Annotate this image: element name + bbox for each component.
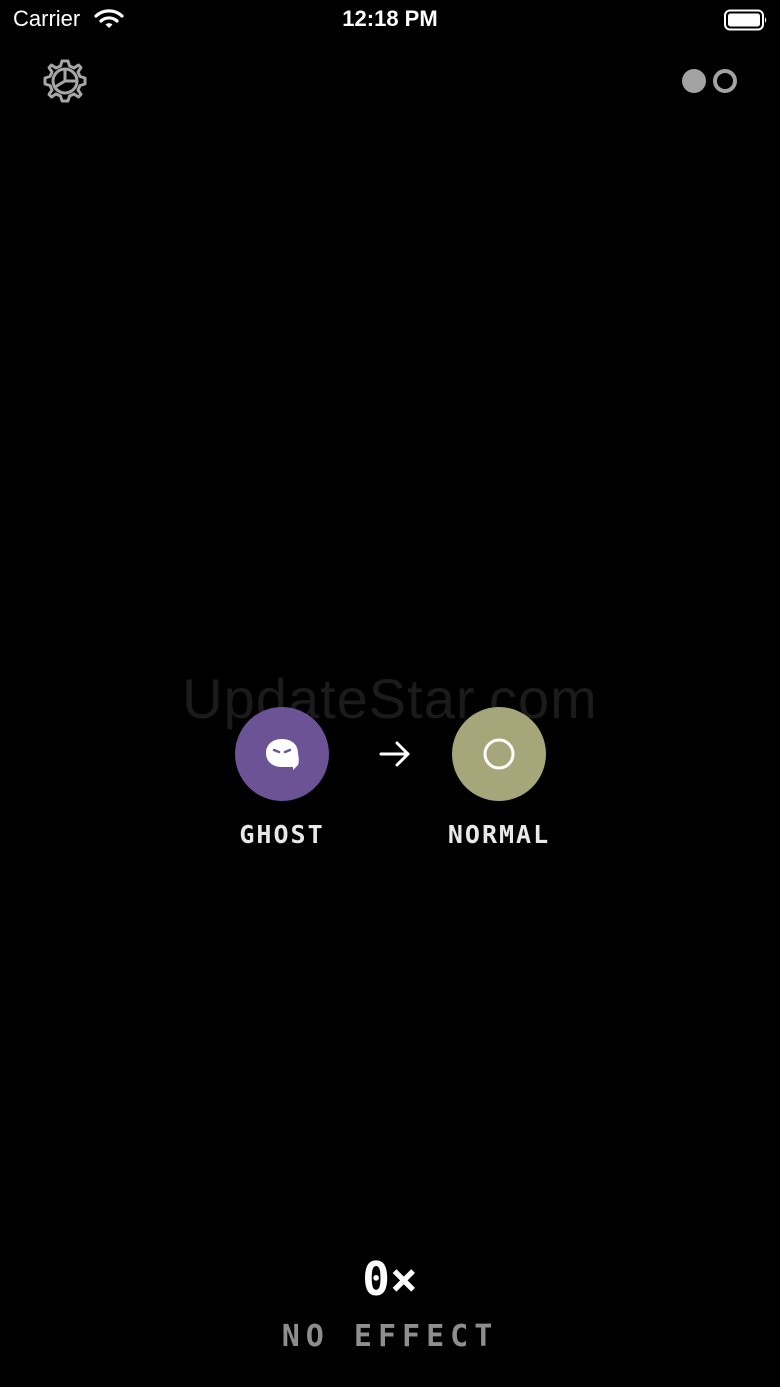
dual-circle-toggle-icon[interactable] (680, 66, 740, 96)
normal-effect-label: NORMAL (447, 820, 551, 849)
battery-icon (724, 9, 767, 31)
ghost-icon (266, 739, 299, 770)
ghost-effect-label: GHOST (239, 820, 325, 849)
status-time: 12:18 PM (342, 6, 438, 31)
effect-status-label: NO EFFECT (281, 1319, 499, 1354)
ghost-effect-button[interactable] (235, 707, 329, 801)
watermark: UpdateStar.com (182, 667, 598, 730)
settings-gear-icon[interactable] (40, 56, 90, 106)
normal-effect-button[interactable] (452, 707, 546, 801)
status-bar: Carrier 12:18 PM (0, 0, 780, 40)
ring-icon (483, 738, 515, 770)
arrow-right-icon (379, 741, 410, 767)
effect-multiplier: 0× (362, 1252, 418, 1306)
